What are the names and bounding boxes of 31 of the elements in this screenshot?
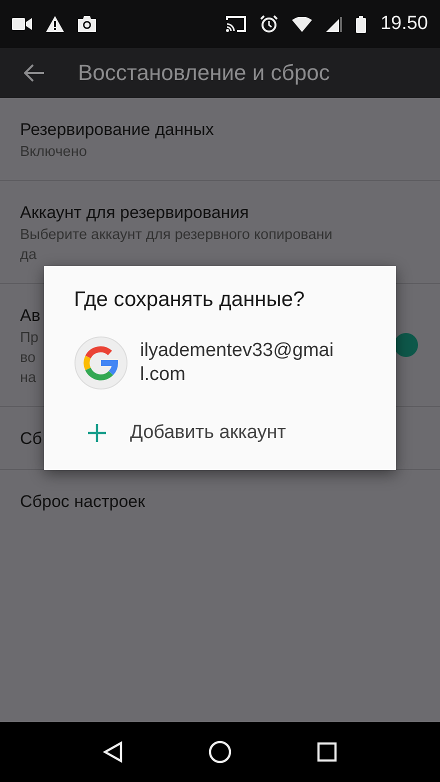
video-camera-icon	[12, 18, 32, 30]
setting-summary: во	[20, 349, 36, 368]
screen-title: Восстановление и сброс	[78, 60, 330, 86]
recents-square-icon[interactable]	[317, 742, 338, 762]
account-email[interactable]: ilyadementev33@gmail.com	[140, 339, 340, 387]
dialog-title: Где сохранять данные?	[73, 288, 306, 313]
setting-title[interactable]: Резервирование данных	[20, 118, 214, 142]
setting-summary: Включено	[20, 143, 87, 162]
setting-title[interactable]: Сб	[20, 427, 42, 451]
add-account-option[interactable]: Добавить аккаунт	[130, 422, 286, 444]
setting-title[interactable]: Аккаунт для резервирования	[20, 201, 249, 225]
alarm-clock-icon	[260, 15, 278, 33]
clock-time: 19.50	[380, 13, 428, 35]
battery-icon	[356, 16, 366, 32]
warning-icon	[46, 16, 64, 32]
camera-icon	[78, 16, 96, 32]
setting-summary: на	[20, 369, 36, 388]
signal-icon	[326, 16, 342, 32]
toggle-thumb[interactable]	[394, 333, 418, 357]
setting-title[interactable]: Ав	[20, 304, 40, 328]
back-arrow-icon[interactable]	[24, 64, 44, 82]
setting-summary: Выберите аккаунт для резервного копировани	[20, 226, 332, 245]
back-triangle-icon[interactable]	[102, 741, 123, 763]
home-circle-icon[interactable]	[208, 740, 232, 764]
google-g-icon	[74, 336, 128, 390]
plus-icon	[88, 424, 106, 442]
setting-title[interactable]: Сброс настроек	[20, 490, 146, 514]
cast-icon	[226, 16, 246, 32]
setting-summary: да	[20, 246, 37, 265]
wifi-icon	[292, 16, 312, 32]
setting-summary: Пр	[20, 329, 38, 348]
